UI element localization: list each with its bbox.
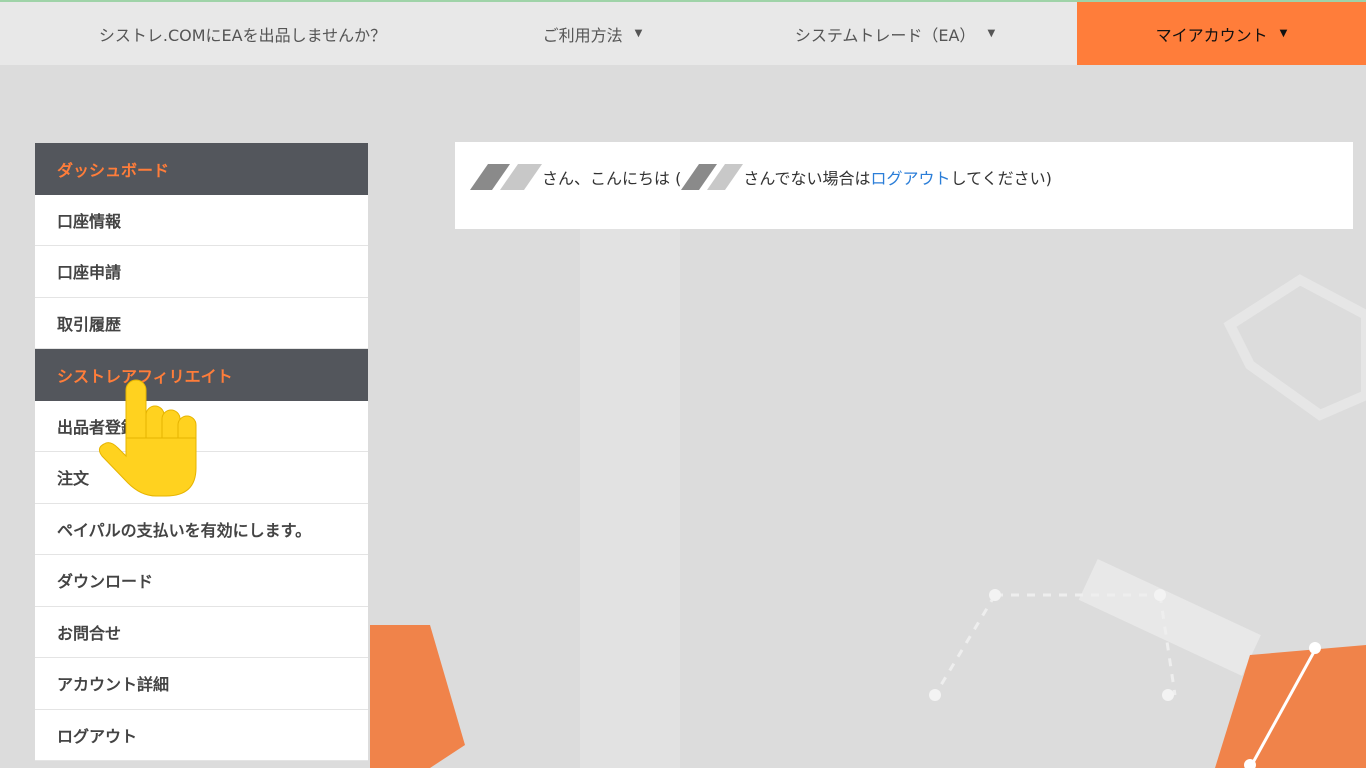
nav-usage-dropdown[interactable]: ご利用方法 ▼ (485, 2, 700, 65)
sidebar-item-label: 取引履歴 (57, 314, 122, 334)
nav-sell-ea-label: シストレ.COMにEAを出品しませんか？ (98, 25, 387, 45)
sidebar-item-label: 口座申請 (57, 263, 122, 283)
redacted-username (681, 164, 744, 190)
sidebar-item-label: ダッシュボード (57, 160, 170, 180)
nav-my-account-label: マイアカウント (1155, 25, 1268, 45)
greeting-text: さん、こんにちは ( さんでない場合は ログアウト してください) (470, 164, 1052, 190)
greeting-panel: さん、こんにちは ( さんでない場合は ログアウト してください) (455, 142, 1353, 229)
sidebar-item-label: 注文 (57, 469, 90, 489)
sidebar-item-label: ログアウト (57, 726, 138, 746)
sidebar-item-downloads[interactable]: ダウンロード (35, 555, 368, 607)
sidebar-item-account-application[interactable]: 口座申請 (35, 246, 368, 298)
sidebar-item-account-info[interactable]: 口座情報 (35, 195, 368, 246)
redacted-username (470, 164, 542, 190)
sidebar-item-trade-history[interactable]: 取引履歴 (35, 298, 368, 349)
sidebar-item-label: アカウント詳細 (57, 675, 170, 695)
nav-my-account-dropdown[interactable]: マイアカウント ▼ (1077, 2, 1366, 65)
chevron-down-icon: ▼ (987, 28, 996, 39)
sidebar-item-paypal[interactable]: ペイパルの支払いを有効にします。 (35, 504, 368, 555)
nav-sell-ea[interactable]: シストレ.COMにEAを出品しませんか？ (0, 2, 485, 65)
nav-system-trade-label: システムトレード（EA） (794, 25, 976, 45)
nav-usage-label: ご利用方法 (542, 25, 623, 45)
nav-system-trade-dropdown[interactable]: システムトレード（EA） ▼ (740, 2, 1050, 65)
sidebar-item-logout[interactable]: ログアウト (35, 710, 368, 761)
sidebar-item-account-details[interactable]: アカウント詳細 (35, 658, 368, 710)
top-navigation: シストレ.COMにEAを出品しませんか？ ご利用方法 ▼ システムトレード（EA… (0, 2, 1366, 65)
sidebar-item-label: 口座情報 (57, 211, 122, 231)
chevron-down-icon: ▼ (1279, 28, 1288, 39)
logout-link[interactable]: ログアウト (871, 165, 951, 189)
sidebar-item-label: お問合せ (57, 623, 122, 643)
sidebar-item-label: ダウンロード (57, 572, 154, 592)
pointing-hand-icon (98, 379, 197, 497)
greeting-part-2: さんでない場合は (743, 169, 871, 188)
greeting-part-3: してください) (950, 169, 1052, 188)
sidebar-item-contact[interactable]: お問合せ (35, 607, 368, 658)
chevron-down-icon: ▼ (634, 28, 643, 39)
greeting-part-1: さん、こんにちは ( (542, 169, 682, 188)
sidebar-item-label: ペイパルの支払いを有効にします。 (57, 520, 312, 540)
sidebar-item-dashboard[interactable]: ダッシュボード (35, 143, 368, 195)
